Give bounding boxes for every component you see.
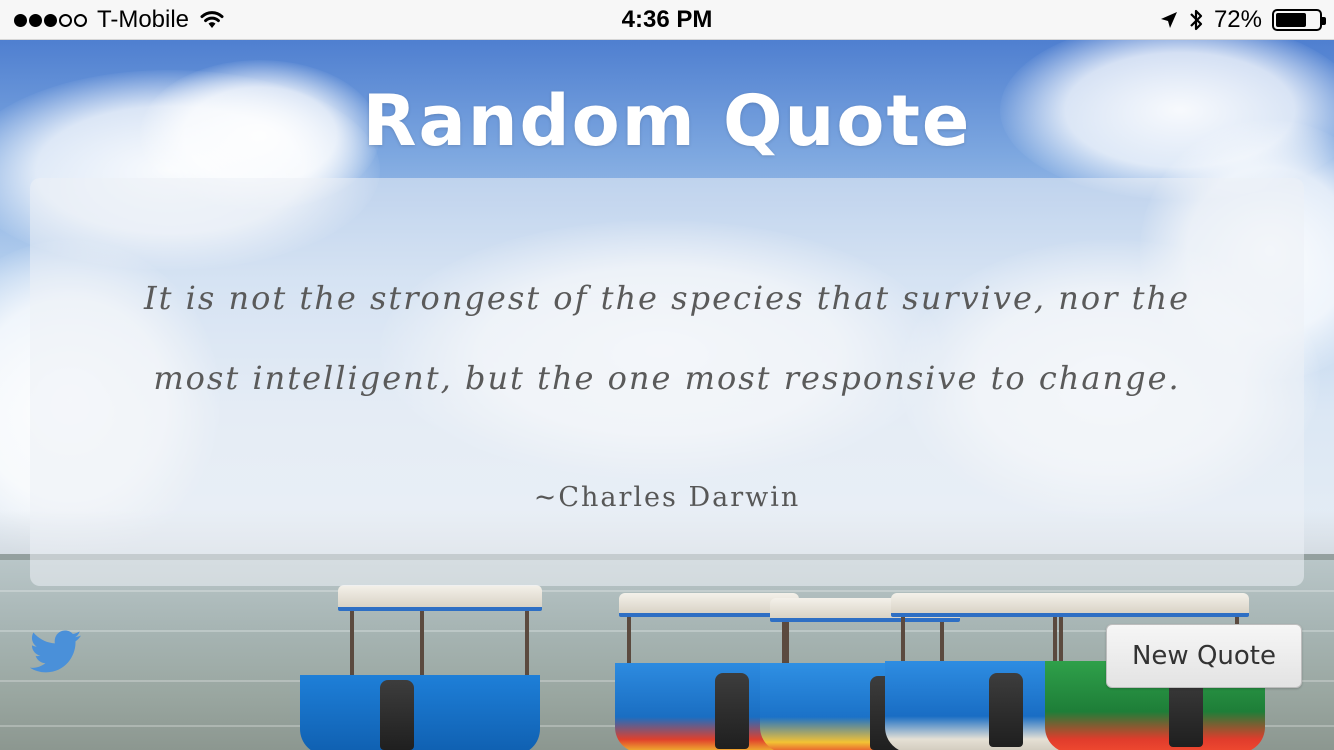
battery-icon [1272, 9, 1326, 31]
location-arrow-icon [1160, 12, 1177, 28]
twitter-bird-icon [29, 630, 82, 673]
boat [300, 585, 550, 750]
battery-level-fill [1276, 13, 1307, 27]
page-title: Random Quote [362, 80, 972, 162]
status-bar-left: T-Mobile [14, 0, 225, 40]
bluetooth-icon [1190, 9, 1203, 31]
carrier-name: T-Mobile [97, 6, 190, 33]
signal-strength-icon [14, 13, 87, 27]
tweet-button[interactable] [29, 630, 82, 678]
quote-card: It is not the strongest of the species t… [30, 178, 1304, 586]
status-bar-right: 72% [1160, 0, 1326, 40]
wifi-icon [200, 11, 224, 28]
quote-author: ~Charles Darwin [533, 482, 801, 513]
battery-percent: 72% [1213, 6, 1262, 33]
status-bar: T-Mobile 4:36 PM 72% [0, 0, 1334, 40]
new-quote-button[interactable]: New Quote [1106, 624, 1302, 688]
quote-text: It is not the strongest of the species t… [143, 279, 1191, 397]
